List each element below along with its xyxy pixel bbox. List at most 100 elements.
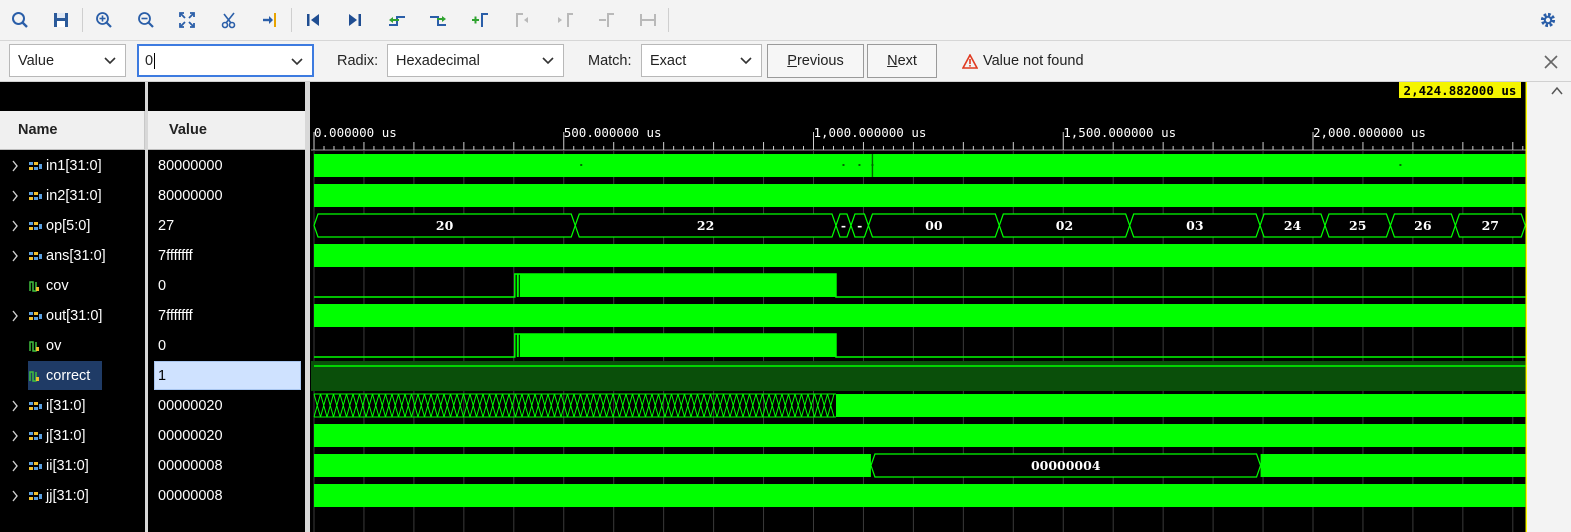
signal-row[interactable]: j[31:0] 00000020 bbox=[0, 421, 305, 451]
signal-name: jj[31:0] bbox=[46, 488, 89, 504]
next-edge-icon[interactable] bbox=[344, 9, 366, 31]
match-select[interactable]: Exact bbox=[641, 44, 762, 77]
chevron-right-icon[interactable] bbox=[11, 490, 19, 502]
previous-button[interactable]: Previous bbox=[767, 44, 864, 78]
chevron-down-icon bbox=[740, 57, 752, 65]
bus-wave-segment bbox=[314, 184, 1526, 207]
signal-value: 27 bbox=[158, 218, 175, 234]
toolbar bbox=[0, 0, 1571, 41]
chevron-right-icon[interactable] bbox=[11, 460, 19, 472]
signal-value: 80000000 bbox=[158, 188, 223, 204]
bus-value-label: 00 bbox=[925, 218, 943, 233]
swap-icon[interactable] bbox=[427, 9, 449, 31]
time-tick-label: 2,000.000000 us bbox=[1313, 125, 1426, 140]
chevron-right-icon[interactable] bbox=[11, 160, 19, 172]
radix-select[interactable]: Hexadecimal bbox=[387, 44, 564, 77]
value-column-header[interactable]: Value bbox=[148, 111, 305, 150]
find-field-select[interactable]: Value bbox=[9, 44, 126, 77]
signal-name: cov bbox=[46, 278, 69, 294]
signal-value: 0 bbox=[158, 278, 167, 294]
signal-value: 00000020 bbox=[158, 398, 223, 414]
bus-value-label: 22 bbox=[697, 218, 714, 233]
chevron-down-icon[interactable] bbox=[291, 56, 303, 68]
waveform-canvas[interactable]: 20 22 - - 00 02 03 24 25 26 27 00000004 bbox=[311, 82, 1527, 532]
search-icon[interactable] bbox=[9, 9, 31, 31]
bus-signal-icon bbox=[29, 402, 42, 410]
signal-name: out[31:0] bbox=[46, 308, 103, 324]
next-mnemonic: N bbox=[887, 53, 898, 69]
chevron-right-icon[interactable] bbox=[11, 220, 19, 232]
zoom-out-icon[interactable] bbox=[135, 9, 157, 31]
previous-edge-icon[interactable] bbox=[302, 9, 324, 31]
chevron-right-icon[interactable] bbox=[11, 190, 19, 202]
find-status-text: Value not found bbox=[983, 53, 1084, 69]
cursor-time-label[interactable]: 2,424.882000 us bbox=[1399, 82, 1521, 98]
add-marker-icon[interactable] bbox=[386, 9, 408, 31]
bit-wave-edge bbox=[516, 334, 519, 357]
chevron-right-icon[interactable] bbox=[11, 430, 19, 442]
chevron-down-icon bbox=[104, 57, 116, 65]
signal-row[interactable]: i[31:0] 00000020 bbox=[0, 391, 305, 421]
settings-icon[interactable] bbox=[1537, 9, 1559, 31]
bus-value-label: 00000004 bbox=[1031, 458, 1101, 473]
bus-value-label: 27 bbox=[1482, 218, 1499, 233]
signal-row[interactable]: out[31:0] 7fffffff bbox=[0, 301, 305, 331]
radix-label: Radix: bbox=[337, 53, 379, 69]
signal-row[interactable]: ov 0 bbox=[0, 331, 305, 361]
goto-cursor-icon[interactable] bbox=[259, 9, 281, 31]
value-column-label: Value bbox=[169, 122, 207, 138]
time-tick-label: 1,000.000000 us bbox=[813, 125, 927, 140]
signal-row[interactable]: in1[31:0] 80000000 bbox=[0, 151, 305, 181]
bus-value-label: - bbox=[857, 218, 862, 233]
next-label-rest: ext bbox=[897, 53, 917, 69]
signal-row[interactable]: in2[31:0] 80000000 bbox=[0, 181, 305, 211]
bus-signal-icon bbox=[29, 432, 42, 440]
signal-value: 7fffffff bbox=[158, 248, 193, 264]
ruler-icon bbox=[637, 9, 659, 31]
signal-row[interactable]: cov 0 bbox=[0, 271, 305, 301]
bus-signal-icon bbox=[29, 312, 42, 320]
chevron-right-icon[interactable] bbox=[11, 310, 19, 322]
signal-row[interactable]: ii[31:0] 00000008 bbox=[0, 451, 305, 481]
signal-name: ans[31:0] bbox=[46, 248, 106, 264]
signal-value: 7fffffff bbox=[158, 308, 193, 324]
bit-signal-icon bbox=[29, 341, 39, 352]
bit-signal-icon bbox=[29, 371, 39, 382]
bit-wave-edge bbox=[516, 274, 519, 297]
toolbar-separator bbox=[291, 8, 292, 32]
close-icon[interactable] bbox=[1544, 55, 1558, 69]
signal-value: 00000008 bbox=[158, 458, 223, 474]
zoom-fit-icon[interactable] bbox=[176, 9, 198, 31]
bit-wave bbox=[314, 273, 1526, 298]
search-value-input[interactable]: 0 bbox=[137, 44, 314, 77]
previous-mnemonic: P bbox=[787, 53, 797, 69]
signal-row[interactable]: op[5:0] 27 bbox=[0, 211, 305, 241]
bus-wave-segment bbox=[314, 304, 1526, 327]
bus-value-label: 24 bbox=[1284, 218, 1302, 233]
next-button[interactable]: Next bbox=[867, 44, 937, 78]
bit-wave-high-fill bbox=[519, 334, 836, 357]
name-value-top-spacer bbox=[0, 82, 305, 111]
scroll-up-icon[interactable] bbox=[1551, 86, 1563, 96]
signal-value: 1 bbox=[158, 368, 167, 384]
name-column-header[interactable]: Name bbox=[0, 111, 145, 150]
previous-label-rest: revious bbox=[796, 53, 844, 69]
signal-row[interactable]: correct 1 bbox=[0, 361, 305, 391]
pane-splitter[interactable] bbox=[305, 82, 310, 532]
bus-signal-icon bbox=[29, 462, 42, 470]
bus-toggle-pattern bbox=[313, 393, 835, 418]
bus-value-label: 20 bbox=[436, 218, 454, 233]
bus-signal-icon bbox=[29, 192, 42, 200]
cut-icon[interactable] bbox=[218, 9, 240, 31]
zoom-in-icon[interactable] bbox=[93, 9, 115, 31]
prev-marker-icon bbox=[511, 9, 533, 31]
bit-wave bbox=[314, 333, 1526, 358]
signal-row[interactable]: ans[31:0] 7fffffff bbox=[0, 241, 305, 271]
save-icon[interactable] bbox=[50, 9, 72, 31]
signal-name: in2[31:0] bbox=[46, 188, 102, 204]
signal-row[interactable]: jj[31:0] 00000008 bbox=[0, 481, 305, 511]
vertical-scrollbar[interactable] bbox=[1527, 82, 1571, 532]
chevron-right-icon[interactable] bbox=[11, 400, 19, 412]
chevron-right-icon[interactable] bbox=[11, 250, 19, 262]
insert-marker-icon[interactable] bbox=[469, 9, 491, 31]
